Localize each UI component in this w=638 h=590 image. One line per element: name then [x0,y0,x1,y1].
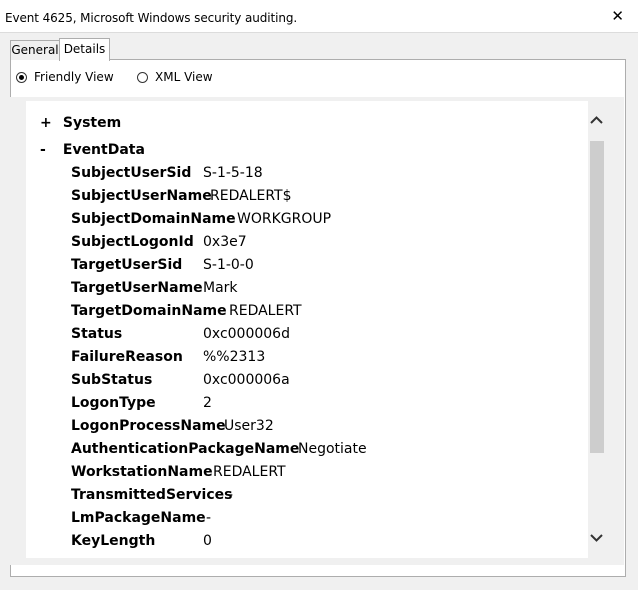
tree-node-eventdata[interactable]: - EventData [40,142,145,158]
tree-node-label: EventData [62,142,145,158]
field-value: - [206,510,212,526]
title-bar: Event 4625, Microsoft Windows security a… [0,0,638,33]
tree-node-label: System [62,115,122,131]
field-value: Mark [203,280,238,296]
field-key: KeyLength [71,533,156,549]
field-value: User32 [224,418,274,434]
field-key: SubjectUserSid [71,165,192,181]
expand-icon[interactable]: + [40,115,58,131]
field-value: - [228,487,234,503]
tab-details[interactable]: Details [59,38,110,61]
vertical-scrollbar[interactable] [588,110,605,552]
field-key: WorkstationName [71,464,213,480]
field-value: 0xc000006d [203,326,290,342]
chevron-down-icon[interactable] [588,528,605,548]
chevron-up-icon[interactable] [588,110,605,130]
collapse-icon[interactable]: - [40,142,58,158]
scrollbar-thumb[interactable] [590,141,604,453]
xml-view-label: XML View [155,70,213,84]
field-value: 0 [203,533,212,549]
field-key: SubjectUserName [71,188,212,204]
friendly-view-radio[interactable]: Friendly View [16,70,114,84]
field-value: 0x3e7 [203,234,247,250]
field-key: LmPackageName [71,510,206,526]
field-key: LogonProcessName [71,418,226,434]
field-value: REDALERT [229,303,302,319]
field-value: Negotiate [298,441,367,457]
field-key: SubStatus [71,372,153,388]
window-title: Event 4625, Microsoft Windows security a… [5,11,298,25]
field-key: AuthenticationPackageName [71,441,300,457]
field-value: %%2313 [203,349,266,365]
field-key: Status [71,326,123,342]
friendly-view-label: Friendly View [34,70,114,84]
close-icon[interactable]: ✕ [611,7,624,25]
field-value: WORKGROUP [237,211,332,227]
field-key: TargetUserSid [71,257,183,273]
tab-general[interactable]: General [10,40,60,60]
field-value: S-1-0-0 [203,257,254,273]
event-data-view[interactable]: + System - EventData SubjectUserSid S-1-5… [26,101,588,558]
field-key: TargetUserName [71,280,203,296]
field-key: SubjectDomainName [71,211,236,227]
field-key: SubjectLogonId [71,234,194,250]
field-value: S-1-5-18 [203,165,263,181]
field-value: REDALERT [213,464,286,480]
field-key: LogonType [71,395,156,411]
field-value: 2 [203,395,212,411]
xml-view-radio[interactable]: XML View [137,70,213,84]
field-key: TargetDomainName [71,303,227,319]
radio-unselected-icon [137,71,148,83]
radio-selected-icon [16,71,27,83]
field-key: FailureReason [71,349,183,365]
tree-node-system[interactable]: + System [40,115,121,131]
field-value: 0xc000006a [203,372,290,388]
field-key: TransmittedServices [71,487,233,503]
field-value: REDALERT$ [210,188,292,204]
